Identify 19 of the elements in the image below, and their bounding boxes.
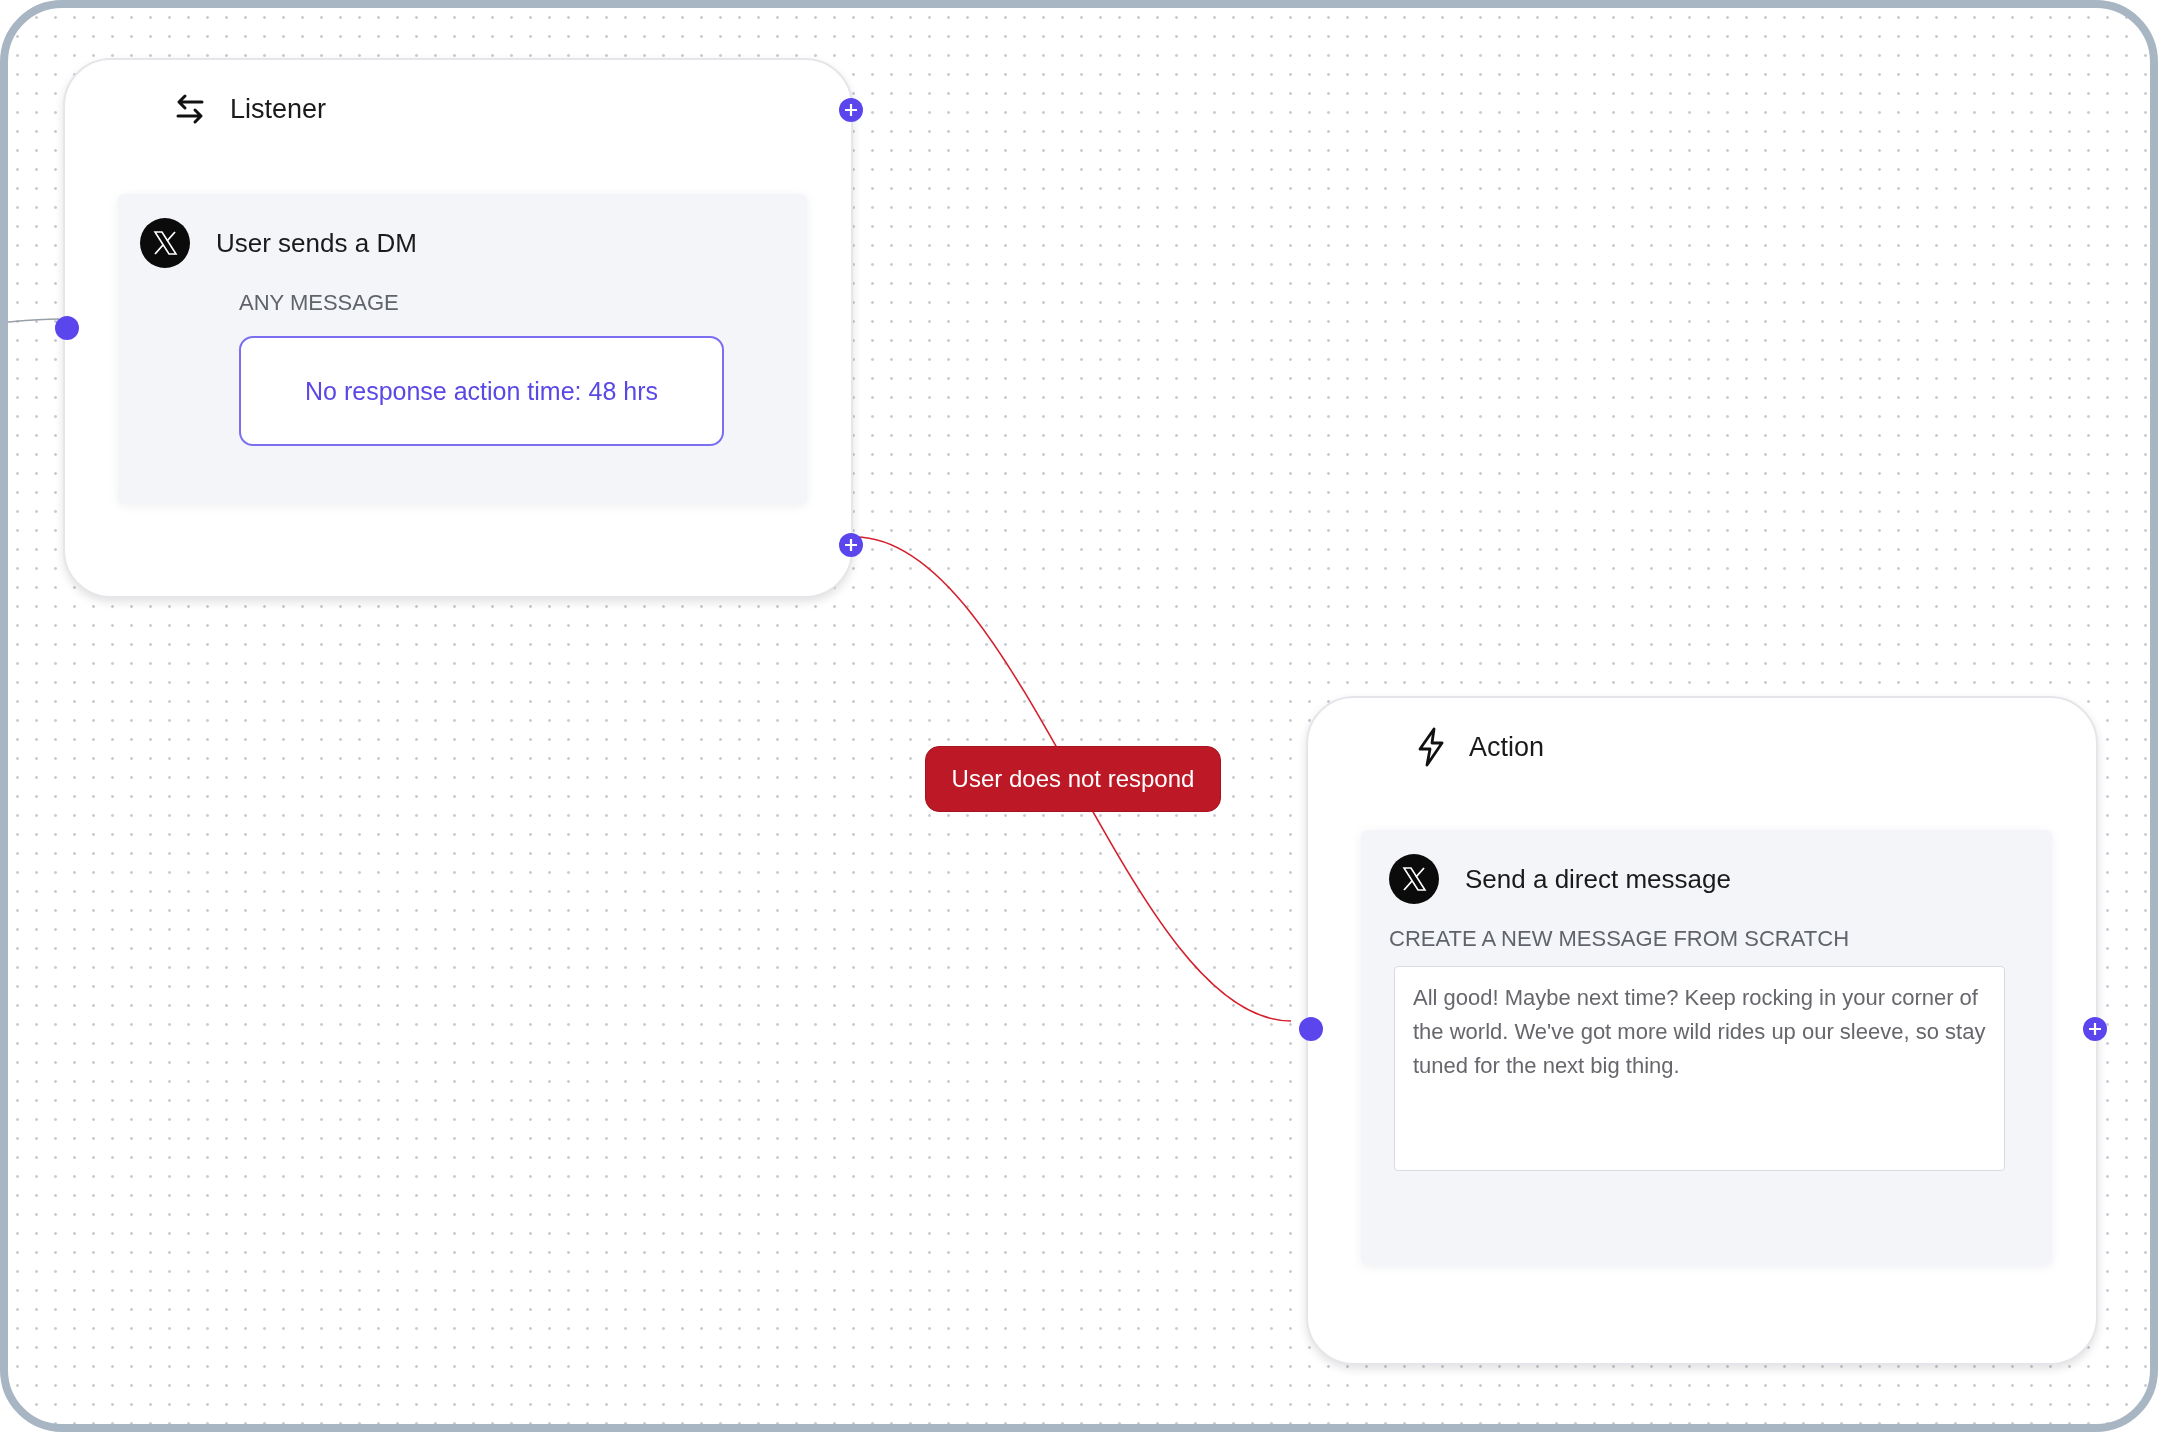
lightning-icon xyxy=(1417,727,1445,767)
x-logo-icon xyxy=(140,218,190,268)
add-button[interactable] xyxy=(2083,1017,2107,1041)
step-title: User sends a DM xyxy=(216,227,417,259)
swap-arrows-icon xyxy=(174,93,206,125)
x-logo-icon xyxy=(1389,854,1439,904)
message-field[interactable]: All good! Maybe next time? Keep rocking in your corner of the world. We've got more wild rides up our sleeve, so stay tuned for the next big thing. xyxy=(1394,966,2005,1171)
connection-handle[interactable] xyxy=(55,316,79,340)
node-title: Action xyxy=(1469,731,1545,763)
add-button[interactable] xyxy=(839,533,863,557)
connection-handle[interactable] xyxy=(1299,1017,1323,1041)
node-title: Listener xyxy=(230,93,327,125)
step-subtitle: CREATE A NEW MESSAGE FROM SCRATCH xyxy=(1389,926,1850,952)
step-title: Send a direct message xyxy=(1465,863,1731,895)
response-time-badge: No response action time: 48 hrs xyxy=(239,336,724,446)
step-subtitle: ANY MESSAGE xyxy=(239,290,400,316)
connector-line xyxy=(8,318,60,323)
edge-label[interactable]: User does not respond xyxy=(925,746,1221,812)
add-button[interactable] xyxy=(839,98,863,122)
